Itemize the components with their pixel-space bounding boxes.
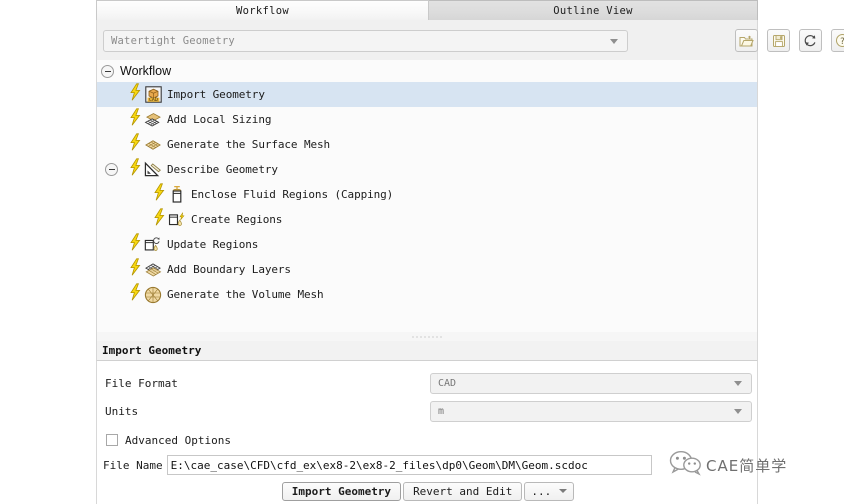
help-icon: ? <box>835 33 844 48</box>
units-value: m <box>438 405 445 417</box>
more-options-button-label: ... <box>531 484 552 498</box>
tree-item-label: Generate the Surface Mesh <box>167 138 331 151</box>
update-regions-icon <box>144 236 162 254</box>
open-folder-icon <box>739 34 754 48</box>
properties-header: Import Geometry <box>96 341 758 361</box>
workflow-tree[interactable]: Workflow CAD Import Geometry Add Local Siz… <box>96 60 758 332</box>
lightning-bolt-icon <box>129 108 142 131</box>
collapse-icon[interactable] <box>101 64 114 78</box>
describe-geom-icon <box>144 161 162 179</box>
properties-panel: File Format CAD Units m Advanced Options… <box>96 361 758 504</box>
tree-item-label: Generate the Volume Mesh <box>167 288 324 301</box>
units-label: Units <box>105 404 139 418</box>
tree-item-add-boundary-layers[interactable]: Add Boundary Layers <box>97 257 757 282</box>
revert-and-edit-button[interactable]: Revert and Edit <box>403 481 523 501</box>
screenshot-root: Workflow Outline View Watertight Geometr… <box>0 0 844 504</box>
units-row: Units m <box>97 397 759 425</box>
tree-item-enclose-fluid-regions-capping[interactable]: Enclose Fluid Regions (Capping) <box>97 182 757 207</box>
boundary-layer-icon <box>144 261 162 279</box>
file-name-label: File Name <box>103 458 163 472</box>
file-name-row: File Name E:\cae_case\CFD\cfd_ex\ex8-2\e… <box>97 453 759 477</box>
tree-item-generate-the-surface-mesh[interactable]: Generate the Surface Mesh <box>97 132 757 157</box>
reset-icon <box>803 33 818 48</box>
tree-item-label: Describe Geometry <box>167 163 278 176</box>
tree-item-label: Update Regions <box>167 238 259 251</box>
tab-workflow-label: Workflow <box>236 4 289 17</box>
import-geometry-button-label: Import Geometry <box>291 484 392 498</box>
lightning-bolt-icon <box>129 133 142 156</box>
panel-splitter[interactable] <box>96 332 758 341</box>
lightning-bolt-icon <box>129 258 142 281</box>
save-workflow-button[interactable] <box>767 29 790 52</box>
file-format-label: File Format <box>105 376 178 390</box>
lightning-bolt-icon <box>153 208 166 231</box>
svg-text:?: ? <box>840 37 844 47</box>
volume-mesh-icon <box>144 286 162 304</box>
cad-box-icon: CAD <box>144 86 162 104</box>
lightning-bolt-icon <box>153 183 166 206</box>
units-dropdown[interactable]: m <box>430 400 752 422</box>
chevron-down-icon <box>734 408 742 414</box>
lightning-bolt-icon <box>129 83 142 106</box>
meshing-workflow-panel: Workflow Outline View Watertight Geometr… <box>96 0 844 504</box>
lightning-bolt-icon <box>129 158 142 181</box>
revert-and-edit-button-label: Revert and Edit <box>413 484 513 498</box>
tab-outline-view-label: Outline View <box>553 4 633 17</box>
tab-outline-view[interactable]: Outline View <box>429 0 758 20</box>
file-format-value: CAD <box>438 377 457 389</box>
lightning-bolt-icon <box>129 283 142 306</box>
workflow-toolbar: Watertight Geometry <box>96 20 844 60</box>
tab-workflow[interactable]: Workflow <box>96 0 429 20</box>
lightning-bolt-icon <box>129 233 142 256</box>
surface-mesh-icon <box>144 136 162 154</box>
workflow-type-dropdown[interactable]: Watertight Geometry <box>103 30 628 52</box>
tree-item-generate-the-volume-mesh[interactable]: Generate the Volume Mesh <box>97 282 757 307</box>
local-sizing-icon <box>144 111 162 129</box>
tree-item-add-local-sizing[interactable]: Add Local Sizing <box>97 107 757 132</box>
chevron-down-icon <box>734 380 742 386</box>
advanced-options-row[interactable]: Advanced Options <box>97 429 759 451</box>
help-button[interactable]: ? <box>831 29 844 52</box>
tree-item-describe-geometry[interactable]: Describe Geometry <box>97 157 757 182</box>
reset-workflow-button[interactable] <box>799 29 822 52</box>
tree-item-label: Import Geometry <box>167 88 265 101</box>
file-format-row: File Format CAD <box>97 369 759 397</box>
tree-item-create-regions[interactable]: Create Regions <box>97 207 757 232</box>
file-format-dropdown[interactable]: CAD <box>430 372 752 394</box>
svg-text:CAD: CAD <box>148 97 157 102</box>
import-geometry-button[interactable]: Import Geometry <box>281 481 402 501</box>
advanced-options-label: Advanced Options <box>125 433 231 447</box>
tree-root-label: Workflow <box>120 64 172 78</box>
workflow-type-value: Watertight Geometry <box>111 35 235 47</box>
create-regions-icon <box>168 211 186 229</box>
tree-item-update-regions[interactable]: Update Regions <box>97 232 757 257</box>
splitter-grip <box>411 335 443 339</box>
chevron-down-icon <box>559 489 568 493</box>
tree-item-import-geometry[interactable]: CAD Import Geometry <box>97 82 757 107</box>
file-name-input[interactable]: E:\cae_case\CFD\cfd_ex\ex8-2\ex8-2_files… <box>166 455 652 475</box>
tree-root-workflow[interactable]: Workflow <box>97 60 757 82</box>
tree-node-list: CAD Import Geometry Add Local Sizing Genera… <box>97 82 757 307</box>
more-options-button[interactable]: ... <box>524 481 575 501</box>
advanced-options-checkbox[interactable] <box>106 434 118 446</box>
chevron-down-icon <box>610 38 618 44</box>
capping-icon <box>168 185 186 204</box>
tree-item-label: Enclose Fluid Regions (Capping) <box>191 188 394 201</box>
collapse-icon[interactable] <box>105 163 118 176</box>
tab-strip: Workflow Outline View <box>96 0 758 20</box>
load-workflow-button[interactable] <box>735 29 758 52</box>
tree-item-label: Add Boundary Layers <box>167 263 291 276</box>
tree-item-label: Add Local Sizing <box>167 113 272 126</box>
tree-item-label: Create Regions <box>191 213 283 226</box>
save-icon <box>772 34 786 48</box>
properties-title: Import Geometry <box>102 344 202 357</box>
action-button-row: Import Geometry Revert and Edit ... <box>97 479 759 503</box>
